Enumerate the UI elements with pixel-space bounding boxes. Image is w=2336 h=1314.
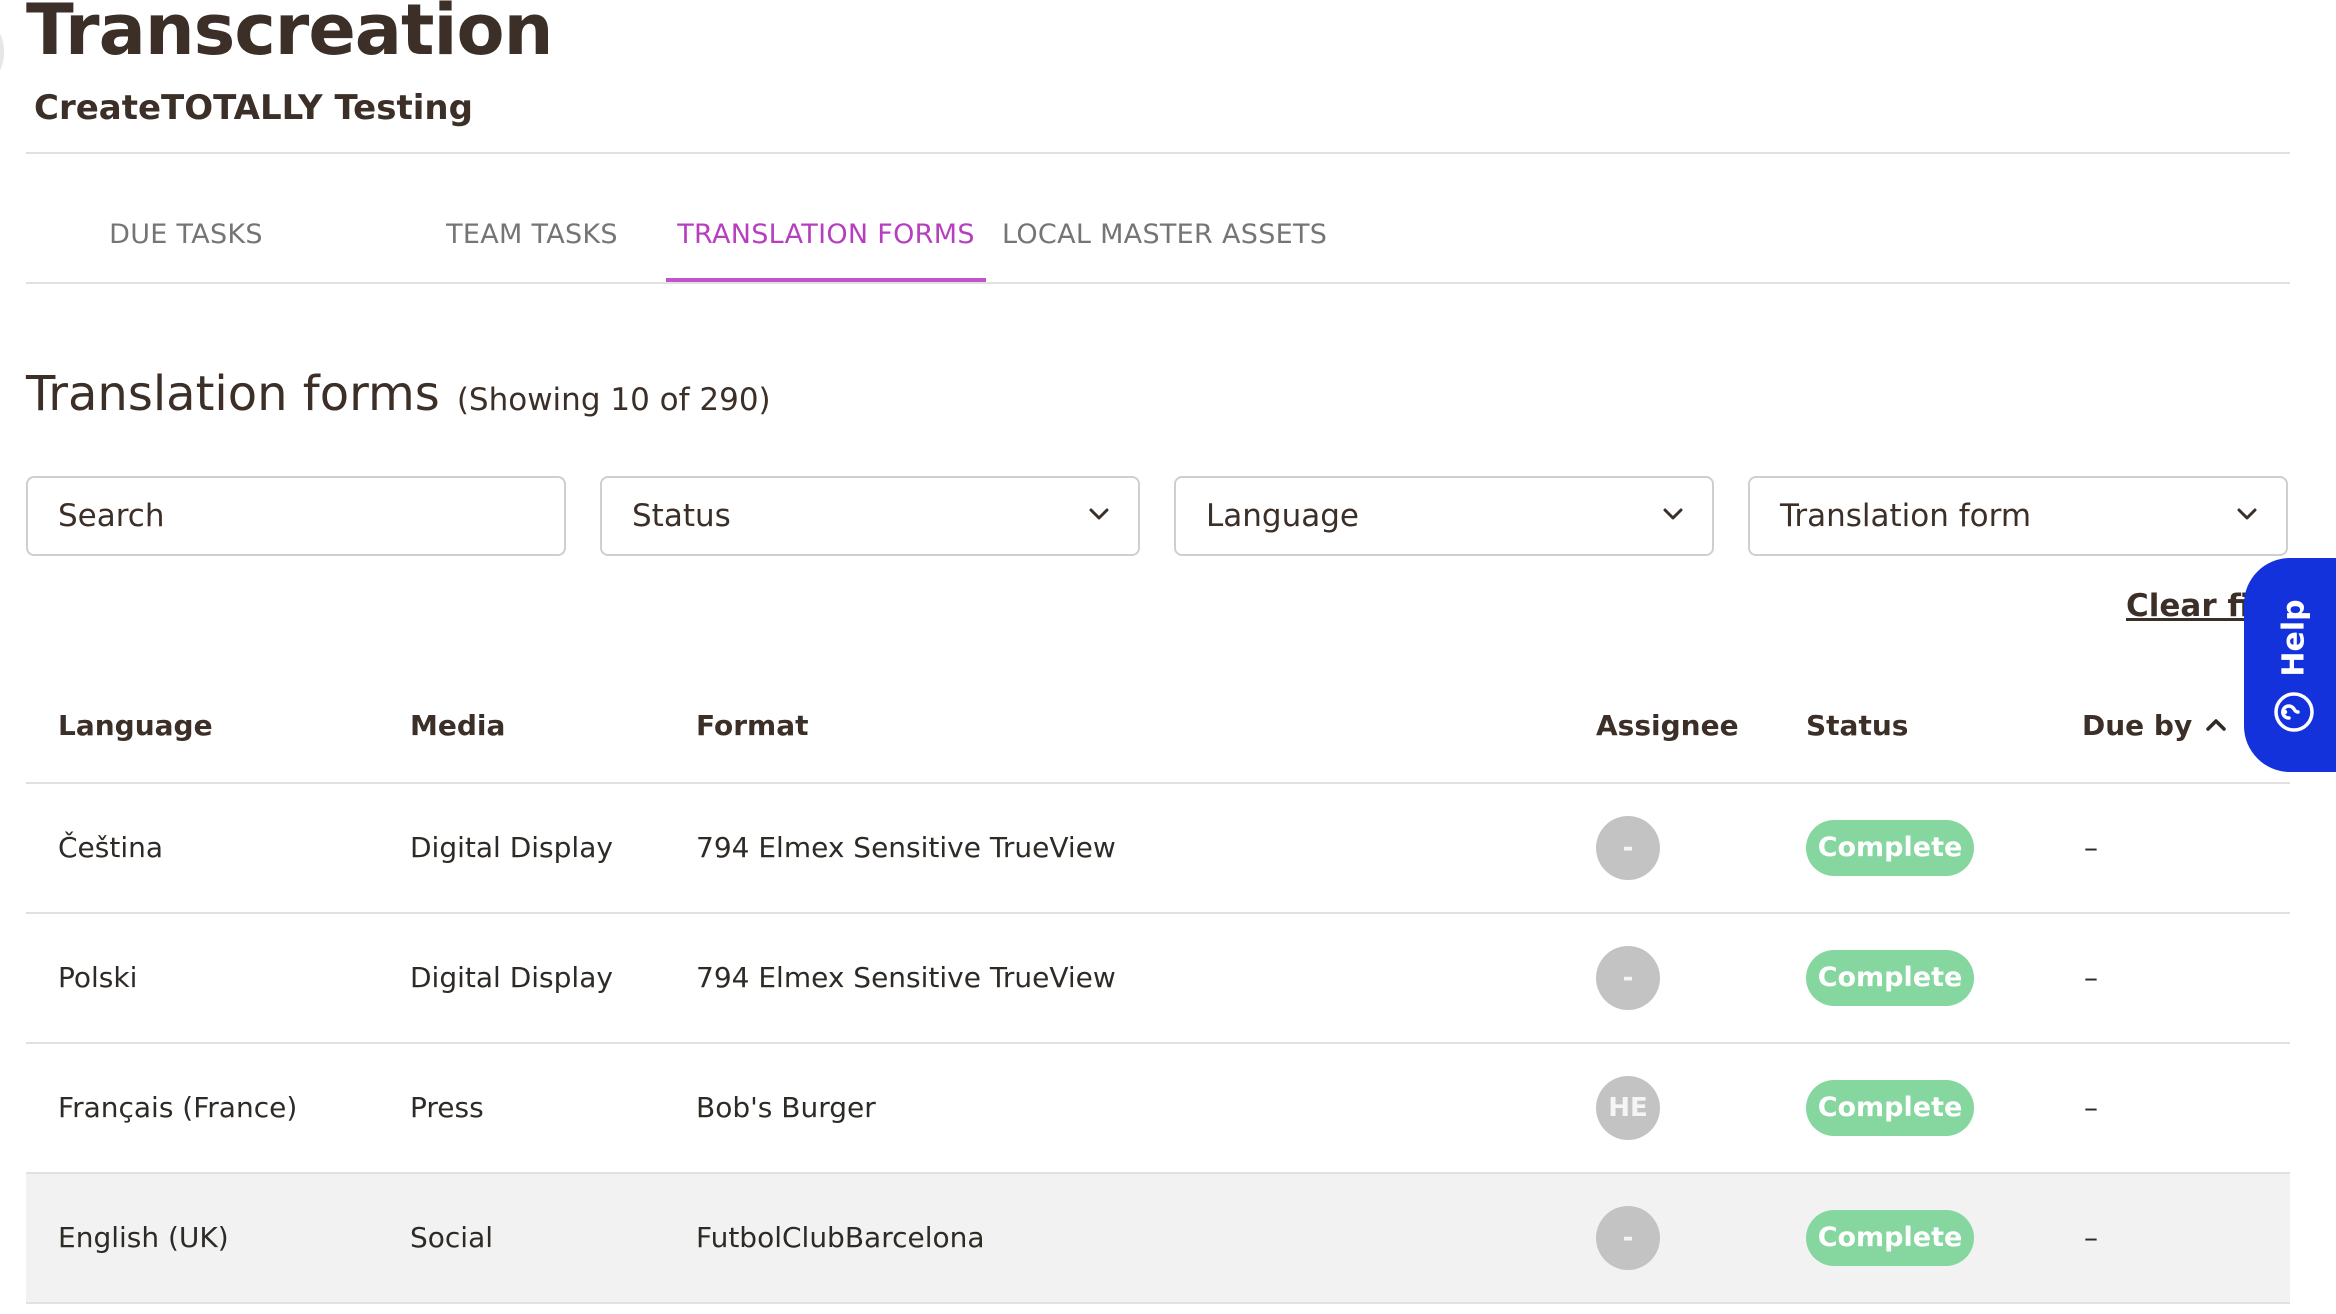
chevron-down-icon — [1089, 508, 1109, 520]
status-badge: Complete — [1806, 1080, 1974, 1136]
column-header-due-by[interactable]: Due by — [2082, 676, 2228, 776]
cell-language: Polski — [58, 961, 138, 994]
result-count: (Showing 10 of 290) — [456, 382, 771, 418]
cell-due-by: – — [2084, 831, 2098, 864]
section-title: Translation forms — [26, 366, 440, 422]
status-badge: Complete — [1806, 820, 1974, 876]
cell-format: FutbolClubBarcelona — [696, 1221, 985, 1254]
status-filter-label: Status — [632, 498, 731, 534]
help-label: Help — [2276, 599, 2312, 677]
status-badge: Complete — [1806, 950, 1974, 1006]
translation-form-filter-label: Translation form — [1780, 498, 2032, 534]
tab-bar: DUE TASKS TEAM TASKS TRANSLATION FORMS L… — [26, 154, 2290, 282]
column-header-assignee[interactable]: Assignee — [1596, 676, 1739, 776]
column-header-language[interactable]: Language — [58, 676, 213, 776]
translation-form-filter[interactable]: Translation form — [1748, 476, 2288, 556]
search-box — [26, 476, 566, 556]
table-row[interactable]: Čeština Digital Display 794 Elmex Sensit… — [26, 784, 2290, 914]
tab-translation-forms[interactable]: TRANSLATION FORMS — [666, 154, 986, 282]
help-circle-icon — [2274, 692, 2314, 732]
cell-media: Digital Display — [410, 831, 613, 864]
cell-due-by: – — [2084, 1091, 2098, 1124]
assignee-avatar: - — [1596, 1206, 1660, 1270]
cell-media: Press — [410, 1091, 484, 1124]
cell-language: Français (France) — [58, 1091, 298, 1124]
language-filter-label: Language — [1206, 498, 1359, 534]
chevron-down-icon — [1663, 508, 1683, 520]
assignee-avatar: - — [1596, 946, 1660, 1010]
table-row[interactable]: English (UK) Social FutbolClubBarcelona … — [26, 1174, 2290, 1304]
search-input[interactable] — [28, 478, 564, 554]
cell-due-by: – — [2084, 1221, 2098, 1254]
table-row[interactable]: Polski Digital Display 794 Elmex Sensiti… — [26, 914, 2290, 1044]
cell-media: Social — [410, 1221, 494, 1254]
cell-media: Digital Display — [410, 961, 613, 994]
status-badge: Complete — [1806, 1210, 1974, 1266]
column-header-format[interactable]: Format — [696, 676, 809, 776]
cell-format: Bob's Burger — [696, 1091, 876, 1124]
cell-language: English (UK) — [58, 1221, 229, 1254]
column-header-due-by-label: Due by — [2082, 709, 2193, 742]
table-header: Language Media Format Assignee Status Du… — [26, 676, 2290, 784]
tab-team-tasks[interactable]: TEAM TASKS — [412, 154, 652, 282]
cell-language: Čeština — [58, 831, 164, 864]
status-filter[interactable]: Status — [600, 476, 1140, 556]
tab-due-tasks[interactable]: DUE TASKS — [74, 154, 298, 282]
chevron-up-icon — [2206, 719, 2226, 731]
tab-local-master-assets[interactable]: LOCAL MASTER ASSETS — [1002, 154, 1352, 282]
table-row[interactable]: Français (France) Press Bob's Burger HE … — [26, 1044, 2290, 1174]
translation-forms-table: Language Media Format Assignee Status Du… — [26, 676, 2290, 1304]
app-title: Transcreation — [26, 0, 553, 71]
cell-format: 794 Elmex Sensitive TrueView — [696, 961, 1116, 994]
tabs-divider — [26, 282, 2290, 284]
column-header-media[interactable]: Media — [410, 676, 505, 776]
assignee-avatar: - — [1596, 816, 1660, 880]
cell-due-by: – — [2084, 961, 2098, 994]
assignee-avatar: HE — [1596, 1076, 1660, 1140]
cell-format: 794 Elmex Sensitive TrueView — [696, 831, 1116, 864]
app-subtitle: CreateTOTALLY Testing — [34, 88, 473, 128]
section-heading: Translation forms (Showing 10 of 290) — [26, 366, 771, 422]
column-header-status[interactable]: Status — [1806, 676, 1908, 776]
left-edge-decoration — [0, 30, 4, 74]
language-filter[interactable]: Language — [1174, 476, 1714, 556]
help-button[interactable]: Help — [2244, 558, 2336, 772]
chevron-down-icon — [2237, 508, 2257, 520]
page: Transcreation CreateTOTALLY Testing DUE … — [26, 0, 2290, 1314]
